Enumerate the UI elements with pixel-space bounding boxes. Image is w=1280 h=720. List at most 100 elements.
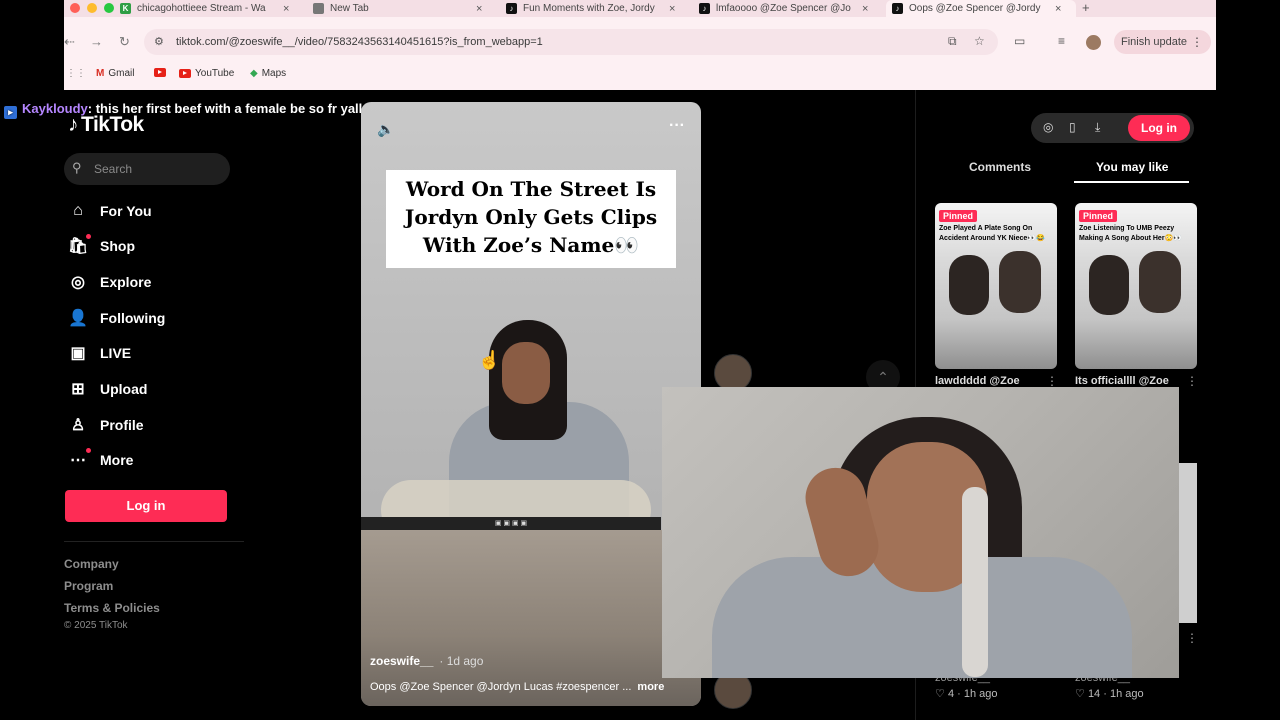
close-tab-icon[interactable]: × [669,3,675,15]
hand-cursor-icon: ☝ [478,350,501,370]
card-person [1089,255,1129,315]
nav-more[interactable]: ⋯ More [68,448,133,472]
maps-icon: ◆ [250,68,258,79]
finish-update-label: Finish update [1121,36,1188,48]
more-link[interactable]: more [637,681,664,693]
nav-for-you[interactable]: ⌂ For You [68,199,152,223]
apps-grid-icon[interactable]: ⋮⋮ [66,68,86,79]
screen: Kchicagohottieee Stream - Wa × New Tab × ♪ Fu… [0,0,1280,720]
close-tab-icon[interactable]: × [1055,3,1061,15]
finish-update-button[interactable]: Finish update ⋮ [1114,30,1212,54]
search-placeholder: Search [94,162,133,176]
compass-icon[interactable]: ◎ [1043,120,1053,134]
video-author[interactable]: zoeswife__ · 1d ago [370,654,483,668]
chat-badge-icon: ▸ [4,106,17,119]
browser-tab[interactable]: ♪ lmfaoooo @Zoe Spencer @Jo × [693,0,883,17]
browser-tab[interactable]: New Tab × [307,0,497,17]
tab-favicon-icon: ♪ [892,3,903,14]
nav-label: For You [100,203,152,219]
nav-upload[interactable]: ⊞ Upload [68,377,147,401]
card-title[interactable]: Its officiallll @Zoe [1075,375,1169,387]
live-tv-icon: ▣ [70,345,86,362]
install-app-icon[interactable]: ⧉ [948,34,957,49]
footer-terms-link[interactable]: Terms & Policies [64,601,160,615]
video-lower-area [361,530,701,706]
more-vert-icon[interactable]: ⋮ [1191,30,1203,54]
bookmark-gmail[interactable]: M Gmail [96,68,134,79]
nav-label: Following [100,310,166,326]
nav-label: LIVE [100,345,132,361]
login-button[interactable]: Log in [65,490,227,522]
upload-plus-icon: ⊞ [71,381,85,398]
bookmarks-bar: ⋮⋮ M Gmail YouTube ◆ Maps [64,66,1216,82]
tab-title: chicagohottieee Stream - Wa [137,3,266,14]
tab-title: Oops @Zoe Spencer @Jordy [909,3,1041,14]
caption-line: Word On The Street Is [405,177,657,201]
bookmark-youtube[interactable]: YouTube [179,68,234,79]
device-icon[interactable]: ▯ [1069,120,1076,134]
side-panel-icon[interactable]: ▭ [1014,34,1025,48]
tab-favicon-icon: ♪ [699,3,710,14]
download-icon[interactable]: ⤓ [1095,120,1100,135]
profile-avatar[interactable] [1086,35,1101,50]
browser-tab[interactable]: ♪ Fun Moments with Zoe, Jordy × [500,0,690,17]
card-person [1139,251,1181,313]
social-handles-strip: ▣ ▣ ▣ ▣ [361,517,661,530]
footer-program-link[interactable]: Program [64,579,113,593]
nav-following[interactable]: 👤 Following [68,306,165,330]
card-more-icon[interactable]: ⋮ [1186,631,1198,645]
close-tab-icon[interactable]: × [283,3,289,15]
maximize-window-button[interactable] [104,3,114,13]
like-count: 4 [947,688,955,700]
close-tab-icon[interactable]: × [476,3,482,15]
tiktok-note-icon: ♪ [68,113,79,136]
tab-comments[interactable]: Comments [969,160,1031,174]
chat-message: ▸ Kaykloudy: this her first beef with a f… [4,101,362,119]
card-caption: Zoe Played A Plate Song On Accident Arou… [939,225,1045,242]
volume-icon[interactable]: 🔈 [377,121,394,138]
tab-favicon-icon: ♪ [506,3,517,14]
close-window-button[interactable] [70,3,80,13]
video-player[interactable]: ▣ ▣ ▣ ▣ 🔈 ··· Word On The Street Is Jord… [361,102,701,706]
window-controls [70,3,114,13]
back-icon[interactable]: ⇠ [64,34,75,50]
reload-icon[interactable]: ↻ [119,34,130,50]
sidebar-divider [64,541,244,542]
minimize-window-button[interactable] [87,3,97,13]
footer-company-link[interactable]: Company [64,557,119,571]
bookmark-maps[interactable]: ◆ Maps [250,68,286,79]
recommended-video-card[interactable]: Pinned Zoe Listening To UMB Peezy Making… [1075,203,1197,369]
nav-label: Shop [100,238,135,254]
bookmark-star-icon[interactable]: ☆ [974,34,985,48]
recommended-video-card[interactable]: Pinned Zoe Played A Plate Song On Accide… [935,203,1057,369]
bookmark-youtube-icon-only[interactable] [154,68,166,77]
tab-you-may-like[interactable]: You may like [1096,160,1168,174]
nav-explore[interactable]: ◎ Explore [68,270,151,294]
card-title[interactable]: lawddddd @Zoe [935,375,1020,387]
media-controls-icon[interactable]: ≡ [1058,34,1065,48]
card-age: · 1h ago [957,688,998,700]
pinned-badge: Pinned [939,210,978,222]
nav-profile[interactable]: ♙ Profile [68,413,144,437]
url-text: tiktok.com/@zoeswife__/video/75832435631… [176,36,543,48]
video-more-icon[interactable]: ··· [669,117,685,135]
forward-icon[interactable]: → [90,34,103,49]
header-login-button[interactable]: Log in [1128,115,1190,141]
card-caption: Zoe Listening To UMB Peezy Making A Song… [1079,225,1182,242]
card-more-icon[interactable]: ⋮ [1186,374,1198,388]
nav-live[interactable]: ▣ LIVE [68,341,131,365]
card-age: · 1h ago [1103,688,1144,700]
tab-title: Fun Moments with Zoe, Jordy [523,3,655,14]
site-info-icon[interactable]: ⚙ [154,35,164,48]
nav-shop[interactable]: 🛍 Shop [68,234,135,258]
address-bar[interactable]: ⚙ tiktok.com/@zoeswife__/video/758324356… [144,29,998,55]
browser-tab[interactable]: Kchicagohottieee Stream - Wa × [114,0,304,17]
close-tab-icon[interactable]: × [862,3,868,15]
notification-dot [86,448,91,453]
browser-tab[interactable]: ♪ Oops @Zoe Spencer @Jordy × [886,0,1076,17]
card-more-icon[interactable]: ⋮ [1046,374,1058,388]
webcam-overlay [662,387,1179,678]
new-tab-button[interactable]: + [1082,0,1090,15]
search-input[interactable]: ⚲ Search [64,153,230,185]
tiktok-logo[interactable]: ♪ TikTok [68,113,144,137]
